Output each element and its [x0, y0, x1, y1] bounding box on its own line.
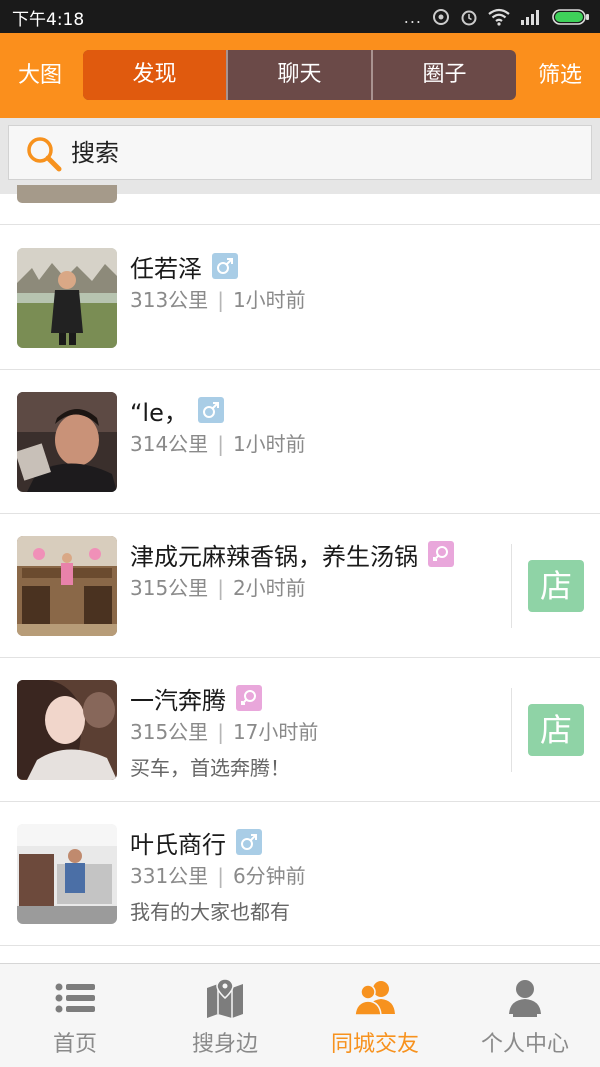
name-line: “le， — [130, 392, 224, 428]
female-icon — [428, 541, 454, 567]
status-bar: 下午4:18 ... — [0, 0, 600, 33]
male-icon — [212, 253, 238, 279]
user-signature: 我有的大家也都有 — [130, 900, 290, 924]
user-name: 任若泽 — [130, 254, 202, 283]
list-item[interactable]: 津成元麻辣香锅，养生汤锅 315公里 | 2小时前 店 — [0, 514, 600, 658]
wifi-icon — [488, 8, 510, 26]
avatar — [17, 680, 117, 780]
name-line: 任若泽 — [130, 248, 238, 284]
avatar — [17, 824, 117, 924]
large-image-button[interactable]: 大图 — [18, 33, 62, 118]
shop-badge[interactable]: 店 — [528, 560, 584, 612]
nearby-user-list: 任若泽 313公里 | 1小时前 “le， 314公里 | 1小时前 津成元麻辣… — [0, 185, 600, 963]
list-item[interactable] — [0, 185, 600, 225]
distance: 331公里 — [130, 864, 209, 888]
user-name: 津成元麻辣香锅，养生汤锅 — [130, 542, 418, 571]
list-item[interactable]: “le， 314公里 | 1小时前 — [0, 370, 600, 514]
list-item[interactable]: 任若泽 313公里 | 1小时前 — [0, 226, 600, 370]
user-name: “le， — [130, 398, 188, 427]
filter-button[interactable]: 筛选 — [538, 33, 582, 118]
name-line: 一汽奔腾 — [130, 680, 262, 716]
nav-label: 首页 — [52, 1032, 97, 1057]
search-icon — [27, 137, 62, 172]
nav-home[interactable]: 首页 — [0, 964, 150, 1067]
search-input[interactable]: 搜索 — [8, 125, 592, 180]
person-icon — [509, 980, 541, 1017]
nav-label: 搜身边 — [191, 1032, 258, 1057]
distance-time: 314公里 | 1小时前 — [130, 428, 306, 457]
tab-discover[interactable]: 发现 — [83, 50, 226, 100]
tab-chat[interactable]: 聊天 — [226, 50, 371, 100]
list-item[interactable]: 叶氏商行 331公里 | 6分钟前 我有的大家也都有 — [0, 802, 600, 946]
nav-local-friends[interactable]: 同城交友 — [300, 964, 450, 1067]
signal-icon — [521, 10, 539, 25]
name-line: 叶氏商行 — [130, 824, 262, 860]
male-icon — [197, 397, 224, 423]
alarm-icon — [461, 10, 477, 26]
avatar — [17, 392, 117, 492]
user-name: 一汽奔腾 — [130, 686, 226, 715]
name-line: 津成元麻辣香锅，养生汤锅 — [130, 536, 454, 572]
list-item[interactable]: 一汽奔腾 315公里 | 17小时前 买车，首选奔腾！ 店 — [0, 658, 600, 802]
list-icon — [55, 983, 95, 1013]
user-name: 叶氏商行 — [130, 830, 226, 859]
distance-time: 315公里 | 2小时前 — [130, 572, 306, 601]
divider — [511, 688, 512, 772]
status-icons: ... — [404, 7, 590, 27]
female-icon — [236, 685, 262, 711]
last-active: 6分钟前 — [232, 864, 306, 888]
distance-time: 331公里 | 6分钟前 — [130, 860, 306, 889]
nav-nearby[interactable]: 搜身边 — [150, 964, 300, 1067]
map-icon — [207, 978, 243, 1018]
more-dots-icon: ... — [403, 7, 422, 27]
status-time: 下午4:18 — [12, 10, 85, 30]
distance-time: 315公里 | 17小时前 — [130, 716, 318, 745]
sync-icon — [433, 9, 449, 25]
distance-time: 313公里 | 1小时前 — [130, 284, 306, 313]
avatar — [17, 185, 117, 203]
people-icon — [354, 981, 395, 1016]
nav-profile[interactable]: 个人中心 — [450, 964, 600, 1067]
separator: | — [217, 576, 224, 600]
last-active: 17小时前 — [232, 720, 319, 744]
search-placeholder: 搜索 — [71, 139, 119, 167]
avatar — [17, 248, 117, 348]
separator: | — [217, 432, 224, 456]
distance: 314公里 — [130, 432, 209, 456]
distance: 315公里 — [130, 720, 209, 744]
nav-label: 个人中心 — [480, 1032, 569, 1057]
shop-badge[interactable]: 店 — [528, 704, 584, 756]
top-bar: 大图 发现 聊天 圈子 筛选 — [0, 33, 600, 118]
battery-icon — [552, 9, 589, 25]
separator: | — [217, 288, 224, 312]
separator: | — [217, 864, 224, 888]
user-signature: 买车，首选奔腾！ — [130, 756, 290, 780]
avatar — [17, 536, 117, 636]
distance: 315公里 — [130, 576, 209, 600]
distance: 313公里 — [130, 288, 209, 312]
tab-circle[interactable]: 圈子 — [371, 50, 516, 100]
search-area: 搜索 — [0, 118, 600, 194]
separator: | — [217, 720, 224, 744]
last-active: 1小时前 — [232, 432, 306, 456]
last-active: 1小时前 — [232, 288, 306, 312]
male-icon — [236, 829, 262, 855]
nav-label: 同城交友 — [330, 1032, 419, 1057]
divider — [511, 544, 512, 628]
bottom-nav: 首页 搜身边 同城交友 个人中心 — [0, 963, 600, 1067]
top-tabs: 发现 聊天 圈子 — [83, 50, 516, 100]
last-active: 2小时前 — [232, 576, 306, 600]
